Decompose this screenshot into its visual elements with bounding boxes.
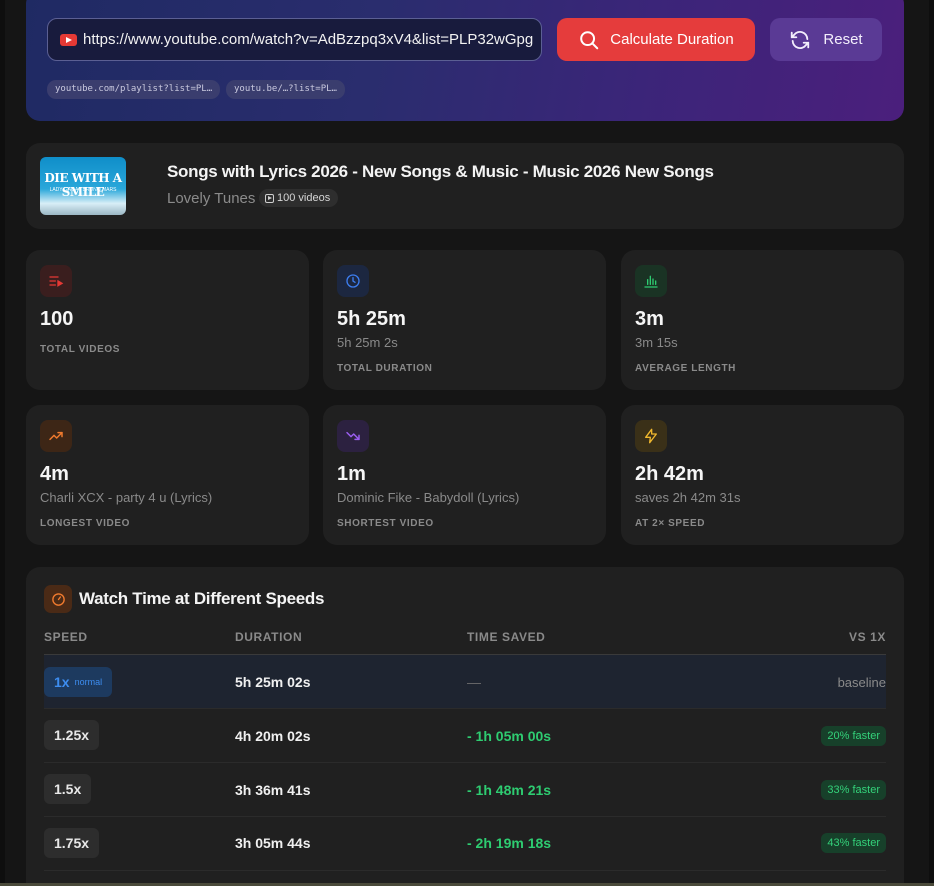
duration-cell: 5h 25m 02s	[235, 674, 311, 690]
column-header-time-saved: TIME SAVED	[467, 630, 546, 644]
stat-label: SHORTEST VIDEO	[337, 518, 434, 529]
playlist-card: DIE WITH A SMILE LADY GAGA · BRUNO MARS …	[26, 143, 904, 229]
playlist-thumbnail: DIE WITH A SMILE LADY GAGA · BRUNO MARS	[40, 157, 126, 215]
lightning-icon	[635, 420, 667, 452]
stat-value: 2h 42m	[635, 463, 704, 485]
time-saved-cell: —	[467, 674, 481, 690]
video-count-badge: 100 videos	[259, 189, 339, 207]
speed-value: 1.75x	[54, 835, 90, 851]
stat-label: AVERAGE LENGTH	[635, 363, 736, 374]
stat-sub: saves 2h 42m 31s	[635, 490, 741, 505]
search-icon	[580, 30, 599, 49]
speed-badge: 1.5x	[44, 774, 92, 804]
time-saved-cell: - 2h 19m 18s	[467, 835, 552, 851]
table-row: 1.5x 3h 36m 41s - 1h 48m 21s 33% faster	[44, 763, 886, 817]
table-row: 1x normal 5h 25m 02s — baseline	[44, 655, 886, 709]
stat-label: TOTAL DURATION	[337, 363, 433, 374]
example-chip-short[interactable]: youtu.be/…?list=PL…	[226, 80, 345, 99]
stat-card-longest-video: 4m Charli XCX - party 4 u (Lyrics) LONGE…	[26, 405, 309, 545]
page-edge	[0, 0, 5, 886]
speeds-card: Watch Time at Different Speeds SPEED DUR…	[26, 567, 904, 886]
reset-button[interactable]: Reset	[770, 18, 882, 61]
stat-value: 4m	[40, 463, 69, 485]
bar-chart-icon	[635, 265, 667, 297]
stat-card-shortest-video: 1m Dominic Fike - Babydoll (Lyrics) SHOR…	[323, 405, 606, 545]
time-saved-cell: - 1h 48m 21s	[467, 782, 552, 798]
video-icon	[265, 193, 274, 203]
faster-badge: 43% faster	[821, 833, 886, 853]
example-chip-playlist[interactable]: youtube.com/playlist?list=PL…	[47, 80, 221, 99]
thumbnail-text: DIE WITH A SMILE	[44, 171, 122, 199]
page-edge	[929, 0, 934, 886]
trending-up-icon	[40, 420, 72, 452]
stat-label: LONGEST VIDEO	[40, 518, 131, 529]
column-header-duration: DURATION	[235, 630, 303, 644]
trending-down-icon	[337, 420, 369, 452]
speeds-title: Watch Time at Different Speeds	[79, 589, 325, 608]
vs-cell: baseline	[837, 675, 886, 690]
duration-cell: 3h 05m 44s	[235, 835, 311, 851]
url-input[interactable]	[83, 31, 541, 48]
speed-value: 1.5x	[54, 781, 82, 797]
playlist-icon	[40, 265, 72, 297]
youtube-icon	[60, 33, 77, 46]
refresh-icon	[791, 30, 810, 49]
stat-sub: 3m 15s	[635, 335, 678, 350]
reset-label: Reset	[823, 31, 863, 48]
faster-badge: 33% faster	[821, 780, 886, 800]
speed-badge: 1.25x	[44, 720, 100, 750]
speed-note: normal	[74, 677, 103, 687]
speed-badge: 1x normal	[44, 667, 113, 697]
speed-badge: 1.75x	[44, 828, 100, 858]
stat-label: TOTAL VIDEOS	[40, 344, 120, 355]
playlist-channel: Lovely Tunes	[167, 190, 256, 207]
stat-label: AT 2× SPEED	[635, 518, 706, 529]
calculate-duration-label: Calculate Duration	[610, 31, 734, 48]
calculate-duration-button[interactable]: Calculate Duration	[557, 18, 755, 61]
table-row: 1.75x 3h 05m 44s - 2h 19m 18s 43% faster	[44, 817, 886, 871]
stat-card-average-length: 3m 3m 15s AVERAGE LENGTH	[621, 250, 904, 390]
speed-value: 1x	[54, 674, 70, 690]
stat-value: 5h 25m	[337, 308, 406, 330]
playlist-title: Songs with Lyrics 2026 - New Songs & Mus…	[167, 162, 714, 181]
stat-card-total-duration: 5h 25m 5h 25m 2s TOTAL DURATION	[323, 250, 606, 390]
speed-value: 1.25x	[54, 727, 90, 743]
column-header-vs-1x: VS 1X	[848, 630, 886, 644]
video-count: 100 videos	[277, 192, 331, 204]
stat-sub: Charli XCX - party 4 u (Lyrics)	[40, 490, 213, 505]
stat-card-at-2x-speed: 2h 42m saves 2h 42m 31s AT 2× SPEED	[621, 405, 904, 545]
stat-sub: 5h 25m 2s	[337, 335, 398, 350]
duration-cell: 3h 36m 41s	[235, 782, 311, 798]
stat-value: 100	[40, 308, 74, 330]
duration-cell: 4h 20m 02s	[235, 728, 311, 744]
time-saved-cell: - 1h 05m 00s	[467, 728, 552, 744]
thumbnail-subtext: LADY GAGA · BRUNO MARS	[49, 187, 117, 193]
table-row: 1.25x 4h 20m 02s - 1h 05m 00s 20% faster	[44, 709, 886, 763]
stat-card-total-videos: 100 TOTAL VIDEOS	[26, 250, 309, 390]
faster-badge: 20% faster	[821, 726, 886, 746]
url-field[interactable]	[47, 18, 542, 61]
clock-icon	[337, 265, 369, 297]
speedometer-icon	[44, 585, 72, 613]
stat-value: 3m	[635, 308, 664, 330]
stat-sub: Dominic Fike - Babydoll (Lyrics)	[337, 490, 520, 505]
stat-value: 1m	[337, 463, 366, 485]
column-header-speed: SPEED	[44, 630, 88, 644]
